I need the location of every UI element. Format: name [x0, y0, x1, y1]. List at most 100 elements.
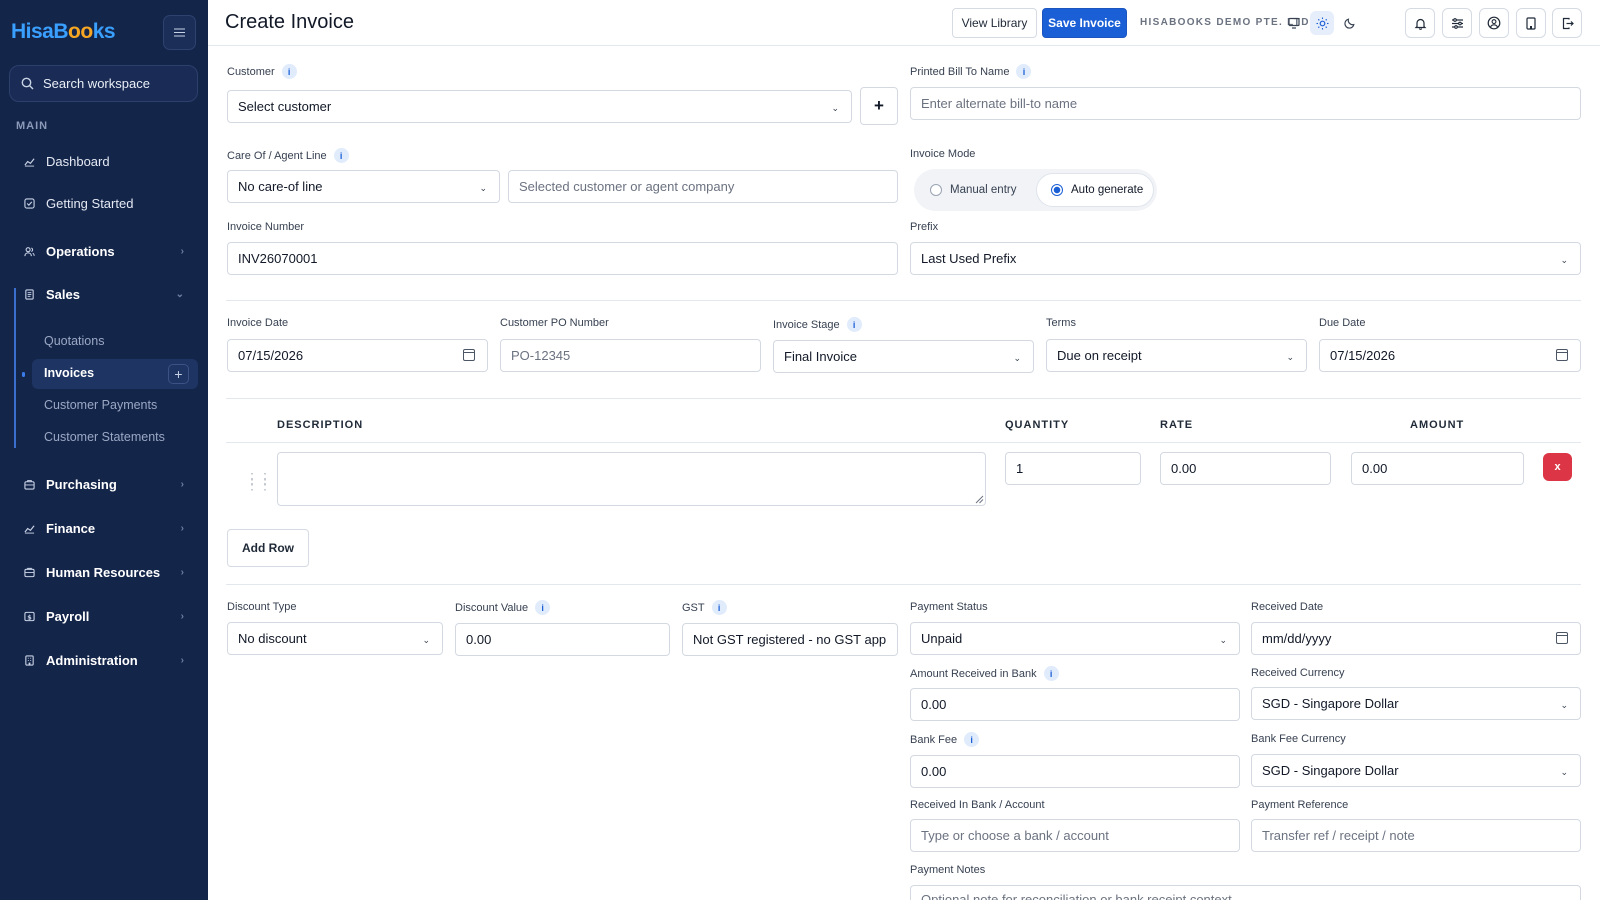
profile-button[interactable] [1479, 8, 1509, 38]
invoice-number-input[interactable]: INV26070001 [227, 242, 898, 275]
info-icon[interactable]: i [333, 148, 349, 163]
sidebar-subitem-quotations[interactable]: Quotations [44, 334, 104, 348]
bank-fee-currency-label: Bank Fee Currency [1251, 733, 1346, 745]
line-description-input[interactable] [277, 452, 986, 506]
divider [226, 442, 1581, 443]
sidebar-item-finance[interactable]: Finance › [10, 519, 198, 537]
discount-value-input[interactable]: 0.00 [455, 623, 670, 656]
amount-received-input[interactable]: 0.00 [910, 688, 1240, 721]
gst-label: GST i [682, 600, 727, 615]
radio-circle [930, 184, 942, 196]
chevron-down-icon: ⌄ [1560, 255, 1568, 265]
sidebar-item-label: Sales [46, 286, 80, 302]
hisabooks-logo[interactable]: HisaBooks [11, 20, 116, 44]
info-icon[interactable]: i [1043, 666, 1059, 681]
payment-status-select[interactable]: Unpaid ⌄ [910, 622, 1240, 655]
calendar-icon[interactable] [463, 349, 475, 361]
save-invoice-button[interactable]: Save Invoice [1042, 8, 1127, 38]
received-date-input[interactable]: mm/dd/yyyy [1251, 622, 1581, 655]
bill-to-name-input[interactable]: Enter alternate bill-to name [910, 87, 1581, 120]
care-of-label: Care Of / Agent Line i [227, 148, 349, 163]
mode-manual-radio[interactable]: Manual entry [916, 173, 1039, 207]
customer-select[interactable]: Select customer ⌄ [227, 90, 852, 123]
payment-notes-label: Payment Notes [910, 864, 986, 876]
users-icon [24, 246, 35, 256]
received-currency-select[interactable]: SGD - Singapore Dollar ⌄ [1251, 687, 1581, 720]
company-button[interactable] [1516, 8, 1546, 38]
column-header-description: DESCRIPTION [277, 419, 364, 431]
discount-type-select[interactable]: No discount ⌄ [227, 622, 443, 655]
trend-icon [24, 524, 35, 534]
sidebar-item-sales[interactable]: Sales ⌄ [10, 285, 198, 303]
po-number-input[interactable]: PO-12345 [500, 339, 761, 372]
care-of-company-input[interactable]: Selected customer or agent company [508, 170, 898, 203]
sun-icon[interactable] [1310, 11, 1334, 35]
discount-type-label: Discount Type [227, 601, 297, 613]
sidebar-item-administration[interactable]: Administration › [10, 651, 198, 669]
calendar-icon[interactable] [1556, 632, 1568, 644]
care-of-select[interactable]: No care-of line ⌄ [227, 170, 500, 203]
bank-account-input[interactable]: Type or choose a bank / account [910, 819, 1240, 852]
delete-row-button[interactable]: x [1543, 453, 1572, 481]
menu-icon [174, 31, 185, 34]
chevron-down-icon: ⌄ [175, 288, 184, 300]
drag-handle-icon[interactable]: ⋮⋮ ⋮⋮ [245, 471, 272, 491]
chevron-right-icon: › [180, 522, 184, 534]
add-customer-button[interactable]: + [860, 87, 898, 125]
sidebar-toggle-button[interactable] [163, 15, 196, 50]
invoice-date-input[interactable]: 07/15/2026 [227, 339, 488, 372]
invoice-stage-select[interactable]: Final Invoice ⌄ [773, 340, 1034, 373]
bank-fee-input[interactable]: 0.00 [910, 755, 1240, 788]
chevron-right-icon: › [180, 566, 184, 578]
line-amount-input[interactable]: 0.00 [1351, 452, 1524, 485]
search-workspace[interactable]: Search workspace [9, 65, 198, 102]
sidebar-subitem-customer-statements[interactable]: Customer Statements [44, 430, 165, 444]
active-indicator [22, 372, 25, 377]
new-invoice-button[interactable]: + [168, 364, 189, 384]
due-date-label: Due Date [1319, 317, 1366, 329]
notifications-button[interactable] [1405, 8, 1435, 38]
bank-fee-currency-select[interactable]: SGD - Singapore Dollar ⌄ [1251, 754, 1581, 787]
payment-notes-textarea[interactable]: Optional note for reconciliation or bank… [910, 885, 1581, 900]
briefcase-icon [24, 479, 35, 490]
column-header-amount: AMOUNT [1410, 419, 1465, 431]
sidebar-item-label: Purchasing [46, 476, 117, 492]
logout-button[interactable] [1552, 8, 1582, 38]
chevron-right-icon: › [180, 478, 184, 490]
add-row-button[interactable]: Add Row [227, 529, 309, 567]
mode-auto-radio[interactable]: Auto generate [1036, 173, 1154, 207]
sidebar-item-human-resources[interactable]: Human Resources › [10, 563, 198, 581]
sidebar-item-operations[interactable]: Operations › [10, 242, 198, 260]
resize-grip-icon[interactable] [975, 495, 984, 504]
moon-icon[interactable] [1338, 11, 1362, 35]
info-icon[interactable]: i [535, 600, 551, 615]
info-icon[interactable]: i [964, 732, 980, 747]
line-rate-input[interactable]: 0.00 [1160, 452, 1331, 485]
info-icon[interactable]: i [846, 317, 862, 332]
calendar-icon[interactable] [1556, 349, 1568, 361]
sidebar-item-dashboard[interactable]: Dashboard [10, 152, 198, 170]
sidebar-subitem-invoices[interactable]: Invoices [44, 366, 94, 380]
building-icon [25, 654, 34, 666]
info-icon[interactable]: i [1016, 64, 1032, 79]
sidebar-item-purchasing[interactable]: Purchasing › [10, 475, 198, 493]
info-icon[interactable]: i [281, 64, 297, 79]
terms-select[interactable]: Due on receipt ⌄ [1046, 339, 1307, 372]
due-date-input[interactable]: 07/15/2026 [1319, 339, 1581, 372]
info-icon[interactable]: i [711, 600, 727, 615]
gst-select[interactable]: Not GST registered - no GST app [682, 623, 898, 656]
sidebar-subitem-customer-payments[interactable]: Customer Payments [44, 398, 157, 412]
received-currency-label: Received Currency [1251, 667, 1345, 679]
prefix-select[interactable]: Last Used Prefix ⌄ [910, 242, 1581, 275]
settings-button[interactable] [1442, 8, 1472, 38]
sidebar-item-payroll[interactable]: $ Payroll › [10, 607, 198, 625]
sidebar-item-getting-started[interactable]: Getting Started [10, 194, 198, 212]
line-quantity-input[interactable]: 1 [1005, 452, 1141, 485]
po-number-label: Customer PO Number [500, 317, 609, 329]
payment-reference-input[interactable]: Transfer ref / receipt / note [1251, 819, 1581, 852]
chevron-down-icon: ⌄ [1219, 635, 1227, 645]
monitor-icon[interactable] [1282, 11, 1306, 35]
view-library-button[interactable]: View Library [952, 8, 1037, 38]
divider [226, 398, 1581, 399]
document-icon [25, 288, 34, 300]
